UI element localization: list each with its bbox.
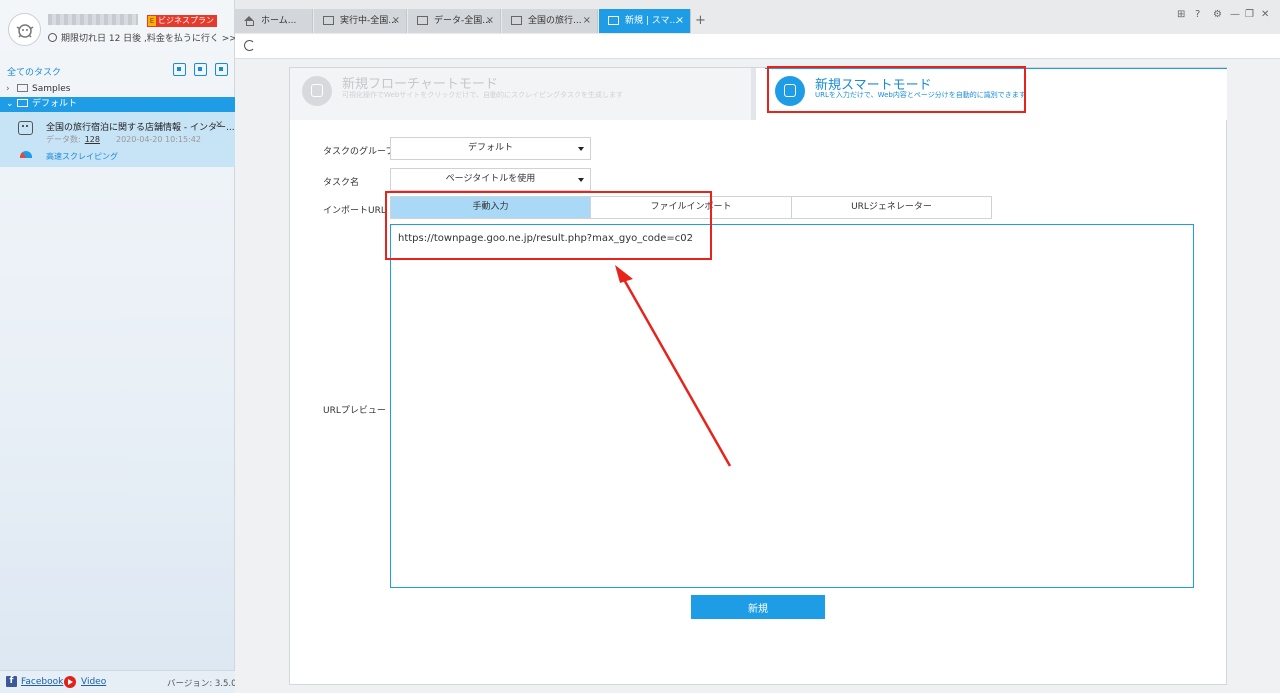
url-preview-label: URLプレビュー — [323, 406, 386, 416]
youtube-icon[interactable] — [64, 676, 76, 688]
new-task-icon[interactable] — [194, 63, 207, 76]
alarm-clock-icon — [48, 33, 57, 42]
close-icon[interactable]: × — [392, 9, 400, 33]
tab-travel[interactable]: 全国の旅行... × — [502, 9, 598, 33]
window-icon — [511, 16, 522, 25]
tab-url-generator[interactable]: URLジェネレーター — [792, 197, 991, 218]
group-samples[interactable]: › Samples — [0, 82, 235, 97]
expiry-notice[interactable]: 期限切れ日 12 日後 ,料金を払うに行く >> — [48, 31, 237, 44]
task-title[interactable]: 全国の旅行宿泊に関する店舗情報 - インター... — [46, 120, 235, 133]
add-tab-button[interactable]: + — [695, 13, 706, 28]
task-name-label: タスク名 — [323, 178, 360, 188]
window-icon — [608, 16, 619, 25]
task-tree: › Samples ⌄ デフォルト 全国の旅行宿泊に関する店舗情報 - インター..… — [0, 82, 235, 167]
minimize-icon[interactable]: — — [1230, 9, 1240, 20]
video-link[interactable]: Video — [81, 677, 106, 687]
data-count-label: データ数: — [46, 135, 81, 144]
home-icon — [244, 16, 255, 26]
caret-down-icon — [578, 178, 584, 182]
version-label: バージョン: 3.5.0 — [167, 679, 237, 689]
all-tasks-label[interactable]: 全てのタスク — [7, 65, 61, 78]
flowchart-mode-desc: 可視化操作でWebサイトをクリックだけで、自動的にスクレイピングタスクを生成しま… — [342, 91, 623, 99]
new-task-panel: 新規フローチャートモード 可視化操作でWebサイトをクリックだけで、自動的にスク… — [289, 67, 1227, 685]
group-select[interactable]: デフォルト — [390, 137, 591, 160]
tab-label: ホーム... — [261, 16, 297, 26]
tab-bar: ホーム... 実行中-全国... × データ-全国... × 全国の旅行... × 新… — [235, 0, 1280, 34]
import-task-icon[interactable] — [173, 63, 186, 76]
flowchart-icon — [302, 76, 332, 106]
group-label: Samples — [32, 84, 71, 94]
tab-label: 全国の旅行... — [528, 16, 582, 26]
folder-icon — [17, 99, 28, 107]
robot-logo-icon — [16, 24, 34, 38]
username-redacted — [48, 14, 138, 25]
help-icon[interactable]: ? — [1195, 9, 1200, 20]
window-icon — [323, 16, 334, 25]
gift-icon[interactable]: ⊞ — [1177, 9, 1185, 20]
flowchart-mode-card[interactable]: 新規フローチャートモード 可視化操作でWebサイトをクリックだけで、自動的にスク… — [290, 68, 756, 120]
tab-label: データ-全国... — [434, 16, 491, 26]
create-button[interactable]: 新規 — [691, 595, 825, 619]
chevron-right-icon[interactable]: › — [6, 82, 15, 97]
sidebar: ビジネスプラン 期限切れ日 12 日後 ,料金を払うに行く >> 全てのタスク … — [0, 0, 237, 693]
caret-down-icon — [578, 147, 584, 151]
refresh-icon[interactable] — [244, 40, 255, 51]
task-name-select[interactable]: ページタイトルを使用 — [390, 168, 591, 191]
expiry-text[interactable]: 期限切れ日 12 日後 ,料金を払うに行く >> — [61, 34, 237, 44]
tab-label: 実行中-全国... — [340, 16, 397, 26]
tab-home[interactable]: ホーム... — [235, 9, 313, 33]
task-mode: 高速スクレイピング — [46, 152, 118, 161]
group-select-value: デフォルト — [467, 143, 513, 153]
task-list-header: 全てのタスク — [0, 62, 235, 78]
task-name-value: ページタイトルを使用 — [445, 174, 536, 184]
chevron-down-icon[interactable]: ⌄ — [6, 97, 15, 112]
folder-icon — [17, 84, 28, 92]
task-item[interactable]: 全国の旅行宿泊に関する店舗情報 - インター... × データ数: 128 2020… — [0, 112, 235, 167]
close-icon[interactable]: ✕ — [1261, 9, 1269, 20]
tab-data[interactable]: データ-全国... × — [408, 9, 501, 33]
toolbar — [235, 34, 1280, 59]
url-input-area[interactable]: https://townpage.goo.ne.jp/result.php?ma… — [390, 224, 1194, 588]
settings-icon[interactable]: ⚙ — [1213, 9, 1222, 20]
avatar[interactable] — [8, 13, 41, 46]
close-icon[interactable]: × — [215, 119, 223, 130]
speed-gauge-icon — [20, 151, 32, 158]
task-date: 2020-04-20 10:15:42 — [115, 135, 201, 144]
tab-new-smart[interactable]: 新規 | スマ... × — [599, 9, 691, 33]
robot-icon — [18, 121, 33, 135]
data-count-link[interactable]: 128 — [85, 135, 100, 144]
window-icon — [417, 16, 428, 25]
task-meta: データ数: 128 2020-04-20 10:15:42 — [46, 134, 201, 145]
facebook-icon[interactable]: f — [6, 676, 17, 687]
group-field-label: タスクのグループ — [323, 147, 395, 157]
new-group-icon[interactable] — [215, 63, 228, 76]
close-icon[interactable]: × — [486, 9, 494, 33]
group-label: デフォルト — [32, 99, 78, 109]
account-panel: ビジネスプラン 期限切れ日 12 日後 ,料金を払うに行く >> — [0, 0, 237, 60]
facebook-link[interactable]: Facebook — [21, 677, 63, 687]
close-icon[interactable]: × — [676, 9, 684, 33]
tab-running[interactable]: 実行中-全国... × — [314, 9, 407, 33]
import-url-label: インポートURL — [323, 206, 386, 216]
plan-badge: ビジネスプラン — [147, 15, 217, 27]
annotation-box-smart-mode — [767, 66, 1026, 113]
restore-icon[interactable]: ❐ — [1245, 9, 1254, 20]
group-default[interactable]: ⌄ デフォルト — [0, 97, 235, 112]
annotation-box-url-input — [385, 191, 712, 260]
close-icon[interactable]: × — [583, 9, 591, 33]
tab-label: 新規 | スマ... — [625, 16, 679, 26]
sidebar-footer: f Facebook Video バージョン: 3.5.0 — [0, 670, 237, 693]
main-content: 新規フローチャートモード 可視化操作でWebサイトをクリックだけで、自動的にスク… — [235, 59, 1280, 693]
